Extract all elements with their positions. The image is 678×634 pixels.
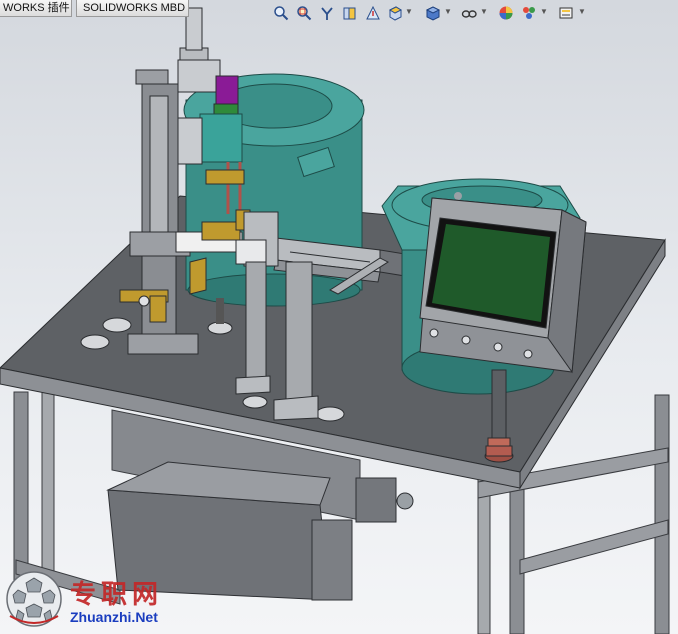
display-style-icon[interactable] (425, 5, 441, 21)
chevron-down-icon[interactable]: ▼ (405, 7, 413, 16)
zoom-area-icon[interactable] (296, 5, 312, 21)
hide-show-items-icon[interactable] (461, 5, 477, 21)
command-manager: WORKS 插件 SOLIDWORKS MBD ▼ ▼ ▼ ▼ ▼ (0, 0, 678, 26)
section-view-icon[interactable] (342, 5, 358, 21)
view-settings-icon[interactable] (558, 5, 574, 21)
watermark-domain-text: Zhuanzhi.Net (70, 609, 158, 625)
zoom-to-fit-icon[interactable] (273, 5, 289, 21)
chevron-down-icon[interactable]: ▼ (578, 7, 586, 16)
watermark-logo (6, 571, 62, 627)
tab-plugins[interactable]: WORKS 插件 (0, 0, 72, 17)
chevron-down-icon[interactable]: ▼ (444, 7, 452, 16)
dynamic-annotation-icon[interactable] (365, 5, 381, 21)
edit-appearance-icon[interactable] (498, 5, 514, 21)
model-viewport[interactable] (0, 0, 678, 634)
watermark-chinese-text: 专职网 (70, 580, 164, 610)
chevron-down-icon[interactable]: ▼ (540, 7, 548, 16)
previous-view-icon[interactable] (319, 5, 335, 21)
tab-solidworks-mbd[interactable]: SOLIDWORKS MBD (76, 0, 189, 17)
apply-scene-icon[interactable] (521, 5, 537, 21)
view-orientation-icon[interactable] (387, 5, 403, 21)
chevron-down-icon[interactable]: ▼ (480, 7, 488, 16)
